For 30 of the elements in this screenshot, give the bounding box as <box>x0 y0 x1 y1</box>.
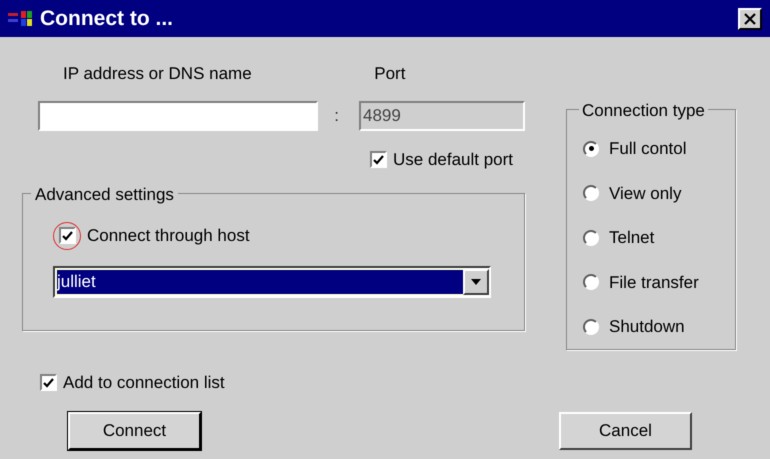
radio-label: View only <box>609 182 682 204</box>
app-icon <box>8 10 34 28</box>
caret-icon <box>471 278 481 284</box>
close-icon <box>744 12 756 24</box>
port-label: Port <box>373 63 406 85</box>
radio-label: Full contol <box>609 138 686 160</box>
radio-button[interactable] <box>583 185 599 202</box>
close-button[interactable] <box>738 8 762 30</box>
radio-button[interactable] <box>583 318 599 335</box>
radio-button[interactable] <box>583 230 599 246</box>
checkbox-label: Add to connection list <box>63 372 225 394</box>
checkbox[interactable] <box>370 151 387 168</box>
dropdown-value: julliet <box>57 270 463 294</box>
radio-button[interactable] <box>583 140 599 157</box>
dialog-button[interactable]: Cancel <box>559 412 692 450</box>
address-label: IP address or DNS name <box>62 63 253 85</box>
radio-button[interactable] <box>583 274 599 290</box>
address-field[interactable] <box>38 101 318 131</box>
checkbox[interactable] <box>40 374 57 392</box>
radio-label: Shutdown <box>609 316 685 338</box>
checkbox-label: Use default port <box>393 149 514 171</box>
radio-label: File transfer <box>609 272 699 294</box>
checkbox[interactable] <box>58 227 76 244</box>
dropdown-button[interactable] <box>463 268 489 294</box>
checkbox-label: Connect through host <box>87 224 250 247</box>
dialog-button[interactable]: Connect <box>68 412 201 450</box>
host-dropdown[interactable]: julliet <box>53 266 491 298</box>
separator: : <box>334 105 339 128</box>
radio-label: Telnet <box>609 227 654 249</box>
window-title: Connect to ... <box>40 6 173 32</box>
